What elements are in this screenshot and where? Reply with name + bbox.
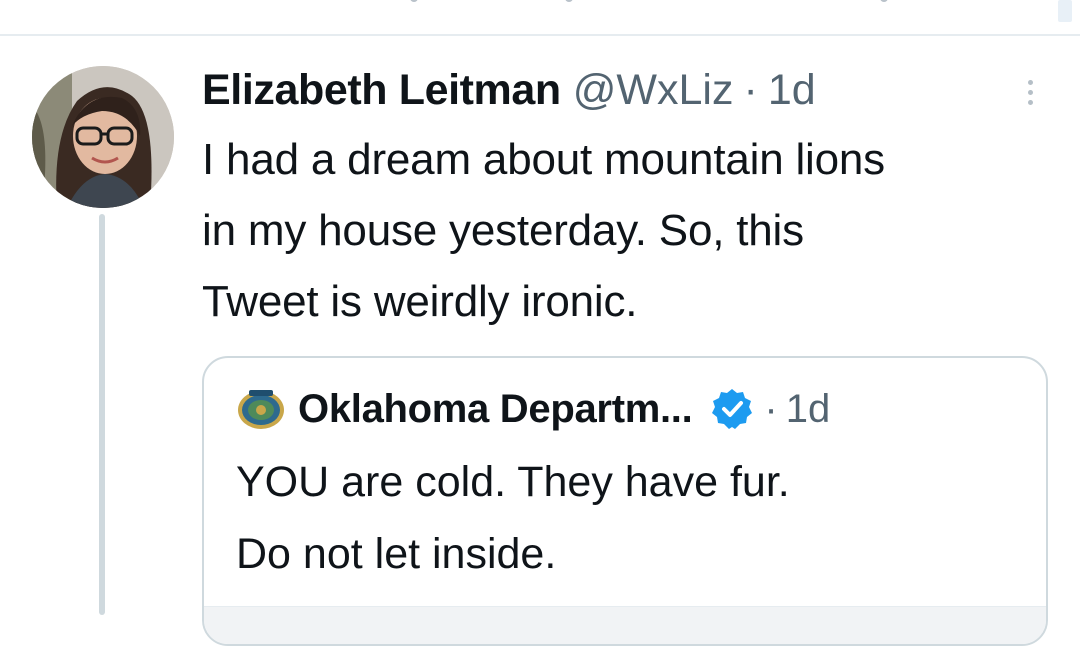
tweet-text-line: in my house yesterday. So, this [202, 206, 804, 255]
separator-dot: · [743, 65, 758, 114]
more-options-button[interactable] [1010, 72, 1050, 112]
cropped-glyph [410, 0, 418, 2]
quoted-tweet-media[interactable] [204, 606, 1046, 644]
author-avatar[interactable] [32, 66, 174, 208]
author-handle[interactable]: @WxLiz [573, 66, 734, 115]
cropped-glyph [880, 0, 888, 2]
tweet-header: Elizabeth Leitman @WxLiz · 1d [202, 62, 816, 118]
quoted-author-display-name[interactable]: Oklahoma Departm... [298, 387, 693, 432]
quoted-tweet-text-line: Do not let inside. [236, 530, 557, 578]
tweet-text: I had a dream about mountain lions in my… [202, 124, 1062, 337]
more-vertical-icon-dot [1027, 89, 1033, 95]
tweet-text-line: Tweet is weirdly ironic. [202, 277, 638, 326]
verified-badge-icon [712, 389, 753, 429]
quoted-author-avatar[interactable] [236, 384, 286, 434]
quoted-tweet-text-line: YOU are cold. They have fur. [236, 458, 790, 506]
separator-dot: · [764, 386, 778, 431]
author-display-name[interactable]: Elizabeth Leitman [202, 66, 561, 115]
quoted-tweet-text: YOU are cold. They have fur. Do not let … [236, 446, 1026, 590]
quoted-tweet-header: Oklahoma Departm... · 1d [236, 378, 830, 440]
thread-connector-line [99, 214, 105, 615]
quoted-tweet-card[interactable]: Oklahoma Departm... · 1d YOU are cold. T… [202, 356, 1048, 646]
tweet-timestamp[interactable]: 1d [768, 66, 816, 115]
more-vertical-icon [1027, 79, 1033, 85]
more-vertical-icon-dot [1027, 99, 1033, 105]
scrollbar-thumb[interactable] [1058, 0, 1072, 22]
cropped-glyph [565, 0, 573, 2]
previous-tweet-edge [0, 0, 1080, 36]
tweet-text-line: I had a dream about mountain lions [202, 135, 885, 184]
quoted-tweet-timestamp[interactable]: 1d [786, 387, 831, 432]
